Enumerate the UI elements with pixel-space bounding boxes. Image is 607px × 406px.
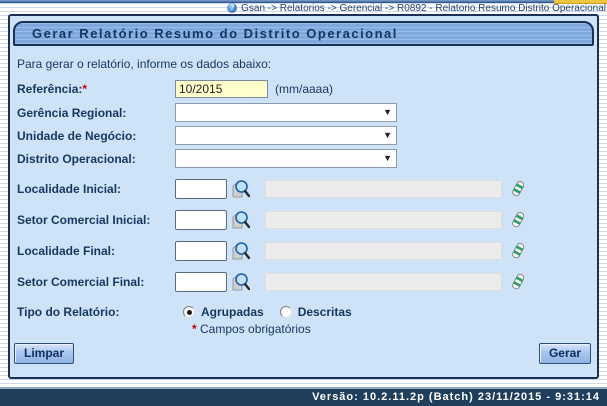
localidade-inicial-label: Localidade Inicial: bbox=[17, 182, 175, 196]
localidade-inicial-code-input[interactable] bbox=[175, 179, 227, 199]
distrito-operacional-label: Distrito Operacional: bbox=[17, 152, 175, 166]
chevron-down-icon: ▼ bbox=[383, 131, 392, 140]
form-instruction: Para gerar o relatório, informe os dados… bbox=[17, 57, 597, 71]
setor-comercial-inicial-description-field bbox=[265, 211, 502, 229]
setor-comercial-final-row: Setor Comercial Final: bbox=[10, 270, 597, 294]
localidade-final-label: Localidade Final: bbox=[17, 244, 175, 258]
search-magnifier-icon[interactable] bbox=[230, 209, 252, 232]
setor-comercial-final-description-field bbox=[265, 273, 502, 291]
unidade-negocio-label: Unidade de Negócio: bbox=[17, 129, 175, 143]
radio-descritas[interactable] bbox=[280, 306, 292, 318]
unidade-negocio-select[interactable]: ▼ bbox=[175, 126, 397, 145]
page-title: Gerar Relatório Resumo do Distrito Opera… bbox=[13, 21, 594, 46]
gsan-report-page: ? Gsan -> Relatorios -> Gerencial -> R08… bbox=[0, 0, 607, 406]
gerencia-regional-row: Gerência Regional: ▼ bbox=[10, 103, 597, 122]
search-magnifier-icon[interactable] bbox=[230, 271, 252, 294]
eraser-icon[interactable] bbox=[510, 211, 526, 229]
tipo-relatorio-label: Tipo do Relatório: bbox=[17, 305, 175, 319]
setor-comercial-inicial-row: Setor Comercial Inicial: bbox=[10, 208, 597, 232]
gerencia-regional-select[interactable]: ▼ bbox=[175, 103, 397, 122]
referencia-input[interactable] bbox=[175, 80, 268, 98]
radio-agrupadas[interactable] bbox=[183, 306, 195, 318]
radio-descritas-label: Descritas bbox=[298, 305, 352, 319]
localidade-final-code-input[interactable] bbox=[175, 241, 227, 261]
unidade-negocio-row: Unidade de Negócio: ▼ bbox=[10, 126, 597, 145]
required-note-text: Campos obrigatórios bbox=[200, 322, 311, 336]
eraser-icon[interactable] bbox=[510, 242, 526, 260]
radio-agrupadas-label: Agrupadas bbox=[201, 305, 264, 319]
chevron-down-icon: ▼ bbox=[383, 154, 392, 163]
referencia-row: Referência:* (mm/aaaa) bbox=[10, 80, 597, 98]
required-asterisk: * bbox=[82, 82, 87, 96]
limpar-button[interactable]: Limpar bbox=[14, 343, 74, 364]
breadcrumb-path: Gsan -> Relatorios -> Gerencial -> R0892… bbox=[241, 3, 606, 14]
tipo-relatorio-options: Agrupadas Descritas bbox=[183, 305, 368, 319]
version-status-bar: Versão: 10.2.11.2p (Batch) 23/11/2015 - … bbox=[0, 389, 607, 406]
tipo-relatorio-row: Tipo do Relatório: Agrupadas Descritas bbox=[10, 305, 597, 319]
required-fields-note: * Campos obrigatórios bbox=[192, 322, 597, 336]
distrito-operacional-row: Distrito Operacional: ▼ bbox=[10, 149, 597, 168]
report-form-panel: Gerar Relatório Resumo do Distrito Opera… bbox=[8, 14, 599, 379]
setor-comercial-final-code-input[interactable] bbox=[175, 272, 227, 292]
search-magnifier-icon[interactable] bbox=[230, 178, 252, 201]
gerencia-regional-label: Gerência Regional: bbox=[17, 106, 175, 120]
localidade-inicial-description-field bbox=[265, 180, 502, 198]
required-asterisk: * bbox=[192, 322, 197, 336]
chevron-down-icon: ▼ bbox=[383, 108, 392, 117]
localidade-final-row: Localidade Final: bbox=[10, 239, 597, 263]
breadcrumb: ? Gsan -> Relatorios -> Gerencial -> R08… bbox=[0, 2, 607, 14]
localidade-inicial-row: Localidade Inicial: bbox=[10, 177, 597, 201]
setor-comercial-inicial-code-input[interactable] bbox=[175, 210, 227, 230]
eraser-icon[interactable] bbox=[510, 273, 526, 291]
setor-comercial-final-label: Setor Comercial Final: bbox=[17, 275, 175, 289]
referencia-label: Referência:* bbox=[17, 82, 175, 96]
help-icon[interactable]: ? bbox=[227, 3, 237, 13]
distrito-operacional-select[interactable]: ▼ bbox=[175, 149, 397, 168]
search-magnifier-icon[interactable] bbox=[230, 240, 252, 263]
setor-comercial-inicial-label: Setor Comercial Inicial: bbox=[17, 213, 175, 227]
eraser-icon[interactable] bbox=[510, 180, 526, 198]
localidade-final-description-field bbox=[265, 242, 502, 260]
referencia-format-hint: (mm/aaaa) bbox=[275, 82, 333, 96]
gerar-button[interactable]: Gerar bbox=[539, 343, 591, 364]
